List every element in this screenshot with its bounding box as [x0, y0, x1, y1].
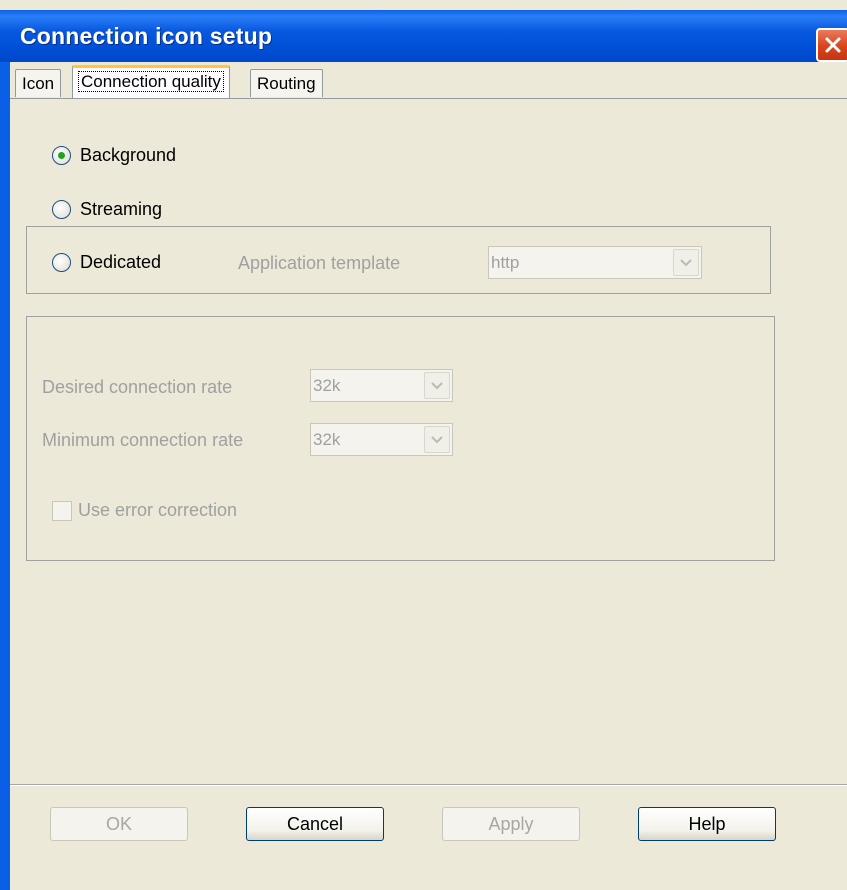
tab-icon[interactable]: Icon [15, 69, 62, 97]
radio-dedicated-button[interactable] [52, 253, 71, 272]
close-button[interactable] [816, 28, 847, 62]
tab-routing[interactable]: Routing [250, 69, 323, 97]
button-area-divider-highlight [10, 785, 847, 786]
dialog-window: Connection icon setup Icon Connection qu… [0, 0, 847, 890]
radio-background-label: Background [80, 145, 177, 165]
tab-strip: Icon Connection quality Routing [10, 62, 847, 100]
tab-connection-quality[interactable]: Connection quality [72, 65, 230, 99]
title-bar[interactable]: Connection icon setup [0, 10, 847, 62]
application-template-select: http [488, 246, 702, 279]
error-correction-option: Use error correction [52, 500, 237, 521]
window-frame-left [0, 62, 10, 890]
chevron-down-icon [431, 435, 443, 443]
application-template-value: http [491, 253, 520, 272]
desired-rate-value: 32k [313, 376, 341, 395]
help-button[interactable]: Help [638, 807, 776, 841]
minimum-rate-label: Minimum connection rate [42, 430, 244, 450]
tab-panel-connection-quality: Background Streaming Dedicated Applicati… [10, 99, 847, 784]
apply-button: Apply [442, 807, 580, 841]
radio-streaming-label: Streaming [80, 199, 163, 219]
minimum-rate-select: 32k [310, 423, 453, 456]
close-icon [825, 37, 841, 53]
error-correction-label: Use error correction [78, 500, 238, 520]
error-correction-checkbox [52, 500, 72, 521]
application-template-label: Application template [238, 253, 401, 273]
tab-connection-quality-label: Connection quality [78, 71, 224, 92]
cancel-button[interactable]: Cancel [246, 807, 384, 841]
radio-background[interactable]: Background [52, 145, 176, 166]
radio-background-button[interactable] [52, 146, 71, 165]
application-template-dropdown-button [673, 249, 699, 276]
radio-dedicated[interactable]: Dedicated [52, 252, 161, 273]
desired-rate-label: Desired connection rate [42, 377, 233, 397]
radio-streaming-button[interactable] [52, 200, 71, 219]
ok-button: OK [50, 807, 188, 841]
radio-dedicated-label: Dedicated [80, 252, 162, 272]
minimum-rate-value: 32k [313, 430, 341, 449]
desired-rate-dropdown-button [424, 372, 450, 399]
radio-streaming[interactable]: Streaming [52, 199, 162, 220]
minimum-rate-dropdown-button [424, 426, 450, 453]
chevron-down-icon [680, 258, 692, 266]
window-title: Connection icon setup [20, 23, 273, 49]
chevron-down-icon [431, 381, 443, 389]
desired-rate-select: 32k [310, 369, 453, 402]
